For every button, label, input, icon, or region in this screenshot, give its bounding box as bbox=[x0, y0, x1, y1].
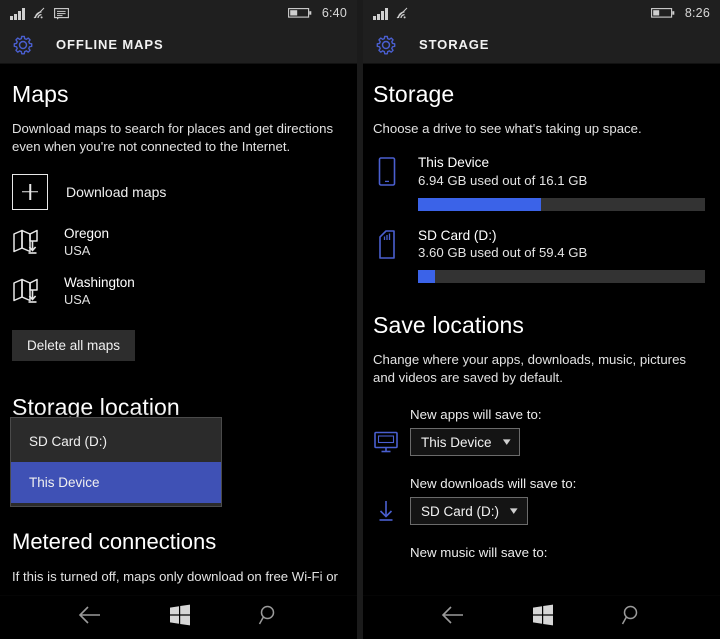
save-locations-description: Change where your apps, downloads, music… bbox=[373, 352, 687, 386]
save-locations-heading: Save locations bbox=[373, 312, 524, 339]
drive-usage: 6.94 GB used out of 16.1 GB bbox=[418, 172, 588, 188]
right-phone-screen: 8:26 STORAGE Storage Choose a drive to s… bbox=[363, 0, 720, 639]
search-icon[interactable] bbox=[258, 604, 280, 631]
signal-bars-icon bbox=[373, 7, 388, 20]
map-download-icon bbox=[13, 230, 38, 255]
dropdown-value: This Device bbox=[421, 434, 492, 450]
drive-usage: 3.60 GB used out of 59.4 GB bbox=[418, 245, 588, 261]
chevron-down-icon: ▾ bbox=[509, 504, 518, 517]
left-nav-bar bbox=[0, 595, 357, 639]
map-region: USA bbox=[64, 242, 91, 258]
signal-bars-icon bbox=[10, 7, 25, 20]
map-region: USA bbox=[64, 291, 91, 307]
right-app-bar: STORAGE bbox=[363, 26, 720, 64]
save-location-apps: New apps will save to: This Device ▾ bbox=[373, 407, 708, 456]
storage-description: Choose a drive to see what's taking up s… bbox=[373, 121, 642, 137]
left-app-bar: OFFLINE MAPS bbox=[0, 26, 357, 64]
right-nav-bar bbox=[363, 595, 720, 639]
page-title: Storage bbox=[373, 81, 455, 107]
maps-description: Download maps to search for places and g… bbox=[12, 121, 334, 155]
drive-row-this-device[interactable]: This Device 6.94 GB used out of 16.1 GB bbox=[373, 154, 708, 211]
metered-connections-section: Metered connections If this is turned of… bbox=[12, 529, 345, 584]
save-location-line: This Device ▾ bbox=[373, 428, 708, 456]
map-download-icon bbox=[13, 278, 38, 304]
wifi-icon bbox=[33, 7, 44, 18]
flyout-option-this-device[interactable]: This Device bbox=[11, 462, 221, 503]
left-status-bar: 6:40 bbox=[0, 0, 357, 26]
list-item[interactable]: Oregon USA bbox=[12, 226, 345, 259]
delete-all-maps-button[interactable]: Delete all maps bbox=[12, 329, 136, 361]
screenshot-root: 6:40 OFFLINE MAPS Maps Download maps to … bbox=[0, 0, 720, 639]
drive-name: SD Card (D:) bbox=[418, 227, 497, 243]
dropdown-value: SD Card (D:) bbox=[421, 503, 500, 519]
flyout-option-sd-card[interactable]: SD Card (D:) bbox=[11, 421, 221, 462]
status-indicators bbox=[373, 7, 410, 20]
save-location-apps-dropdown[interactable]: This Device ▾ bbox=[410, 428, 521, 456]
save-location-downloads-dropdown[interactable]: SD Card (D:) ▾ bbox=[410, 497, 528, 525]
status-right-group: 8:26 bbox=[650, 6, 710, 20]
save-location-caption: New apps will save to: bbox=[410, 407, 542, 422]
drive-usage-fill bbox=[418, 270, 436, 284]
drive-body: This Device 6.94 GB used out of 16.1 GB bbox=[418, 154, 708, 211]
save-location-downloads: New downloads will save to: SD Card (D:)… bbox=[373, 476, 708, 525]
page-title: Maps bbox=[12, 81, 69, 107]
map-name: Oregon bbox=[64, 225, 110, 241]
sd-card-icon bbox=[379, 229, 395, 259]
battery-icon bbox=[650, 8, 675, 18]
app-title: OFFLINE MAPS bbox=[56, 37, 164, 52]
status-right-group: 6:40 bbox=[287, 6, 347, 20]
windows-start-icon[interactable] bbox=[532, 604, 554, 631]
map-name: Washington bbox=[64, 274, 135, 290]
monitor-icon bbox=[374, 431, 398, 453]
plus-box-icon bbox=[12, 173, 48, 210]
status-clock: 6:40 bbox=[321, 6, 347, 20]
drive-body: SD Card (D:) 3.60 GB used out of 59.4 GB bbox=[418, 227, 708, 284]
search-icon[interactable] bbox=[621, 604, 643, 631]
status-clock: 8:26 bbox=[684, 6, 710, 20]
list-item[interactable]: Washington USA bbox=[12, 275, 345, 308]
drive-usage-fill bbox=[418, 197, 542, 211]
save-location-music: New music will save to: bbox=[373, 545, 708, 560]
download-maps-row[interactable]: Download maps bbox=[12, 173, 345, 210]
save-location-caption: New music will save to: bbox=[410, 545, 548, 560]
save-location-caption: New downloads will save to: bbox=[410, 476, 577, 491]
back-arrow-icon[interactable] bbox=[440, 605, 466, 630]
storage-location-flyout[interactable]: SD Card (D:) This Device bbox=[10, 417, 222, 507]
battery-icon bbox=[287, 8, 312, 18]
wifi-icon bbox=[396, 7, 407, 18]
drive-name: This Device bbox=[418, 155, 490, 171]
message-icon bbox=[53, 7, 69, 20]
status-indicators bbox=[10, 7, 69, 20]
chevron-down-icon: ▾ bbox=[502, 435, 511, 448]
left-phone-screen: 6:40 OFFLINE MAPS Maps Download maps to … bbox=[0, 0, 357, 639]
metered-heading: Metered connections bbox=[12, 529, 217, 554]
gear-icon[interactable] bbox=[375, 34, 397, 56]
app-title: STORAGE bbox=[419, 37, 490, 52]
phone-icon bbox=[378, 157, 396, 186]
right-status-bar: 8:26 bbox=[363, 0, 720, 26]
download-maps-label: Download maps bbox=[66, 183, 167, 200]
right-content: Storage Choose a drive to see what's tak… bbox=[363, 64, 720, 595]
list-item-texts: Washington USA bbox=[64, 275, 135, 308]
download-arrow-icon bbox=[379, 501, 393, 521]
metered-description: If this is turned off, maps only downloa… bbox=[12, 569, 338, 584]
drive-usage-bar bbox=[418, 197, 705, 211]
gear-icon[interactable] bbox=[12, 34, 34, 56]
drive-usage-bar bbox=[418, 270, 705, 284]
windows-start-icon[interactable] bbox=[169, 604, 191, 631]
back-arrow-icon[interactable] bbox=[77, 605, 103, 630]
list-item-texts: Oregon USA bbox=[64, 226, 109, 259]
left-content: Maps Download maps to search for places … bbox=[0, 64, 357, 595]
drive-row-sd-card[interactable]: SD Card (D:) 3.60 GB used out of 59.4 GB bbox=[373, 227, 708, 284]
save-location-line: SD Card (D:) ▾ bbox=[373, 497, 708, 525]
